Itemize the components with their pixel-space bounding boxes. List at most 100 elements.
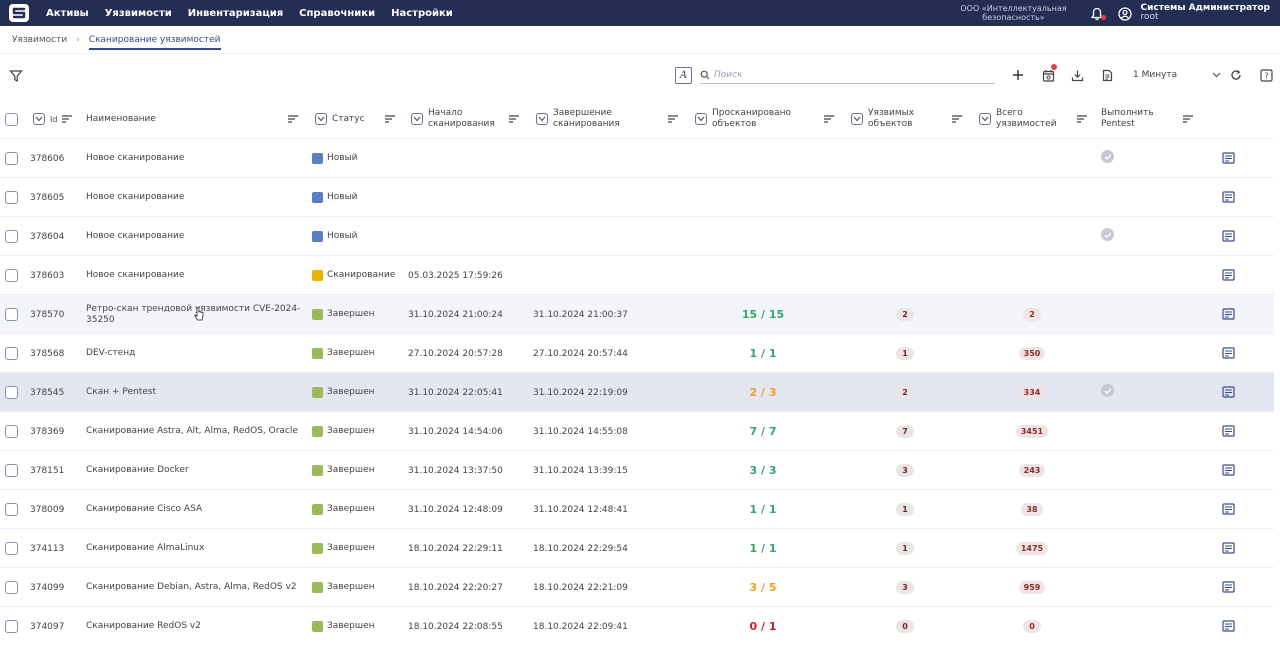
- status-color-square: [312, 621, 323, 632]
- search-input[interactable]: [714, 69, 984, 80]
- row-open-button[interactable]: [1222, 295, 1235, 334]
- table-row[interactable]: 374099 Сканирование Debian, Astra, Alma, …: [0, 567, 1274, 606]
- row-checkbox-cell: [5, 334, 18, 373]
- row-checkbox[interactable]: [5, 230, 18, 243]
- app-logo[interactable]: [6, 0, 32, 26]
- report-button[interactable]: [1099, 67, 1115, 83]
- header-scanned[interactable]: Просканировано объектов: [695, 100, 802, 138]
- download-button[interactable]: [1069, 67, 1085, 83]
- table-row[interactable]: 374097 Сканирование RedOS v2 Завершен 18.10…: [0, 606, 1274, 645]
- row-checkbox[interactable]: [5, 347, 18, 360]
- sort-icon[interactable]: [1077, 115, 1087, 123]
- row-checkbox[interactable]: [5, 503, 18, 516]
- row-open-button[interactable]: [1222, 568, 1235, 607]
- row-open-button[interactable]: [1222, 373, 1235, 412]
- add-button[interactable]: [1010, 67, 1026, 83]
- header-end[interactable]: Завершение сканирования: [536, 100, 633, 138]
- breadcrumb-vulnerabilities[interactable]: Уязвимости: [12, 35, 67, 45]
- nav-settings[interactable]: Настройки: [391, 8, 453, 19]
- table-row[interactable]: 378568 DEV-стенд Завершен 27.10.2024 20:57:…: [0, 333, 1274, 372]
- row-name[interactable]: Новое сканирование: [86, 217, 306, 256]
- sort-icon[interactable]: [385, 115, 395, 123]
- breadcrumb-current-scans[interactable]: Сканирование уязвимостей: [88, 35, 221, 50]
- row-name[interactable]: DEV-стенд: [86, 334, 306, 373]
- row-name[interactable]: Сканирование Docker: [86, 451, 306, 490]
- header-name[interactable]: Наименование: [86, 100, 156, 138]
- user-name: Системы Администратор: [1140, 3, 1270, 13]
- table-row[interactable]: 378009 Сканирование Cisco ASA Завершен 31.1…: [0, 489, 1274, 528]
- nav-references[interactable]: Справочники: [299, 8, 375, 19]
- row-pentest: [1100, 139, 1114, 178]
- table-row[interactable]: 374113 Сканирование AlmaLinux Завершен 18.1…: [0, 528, 1274, 567]
- row-name[interactable]: Сканирование Cisco ASA: [86, 490, 306, 529]
- row-name[interactable]: Сканирование AlmaLinux: [86, 529, 306, 568]
- sort-icon[interactable]: [668, 115, 678, 123]
- sort-icon[interactable]: [288, 115, 298, 123]
- table-row[interactable]: 378570 Ретро-скан трендовой уязвимости CV…: [0, 294, 1274, 333]
- row-checkbox[interactable]: [5, 464, 18, 477]
- form-icon: [1222, 190, 1235, 203]
- row-open-button[interactable]: [1222, 607, 1235, 646]
- row-name[interactable]: Новое сканирование: [86, 178, 306, 217]
- row-open-button[interactable]: [1222, 334, 1235, 373]
- row-name[interactable]: Сканирование RedOS v2: [86, 607, 306, 646]
- header-start[interactable]: Начало сканирования: [411, 100, 504, 138]
- table-row[interactable]: 378605 Новое сканирование Новый: [0, 177, 1274, 216]
- sort-icon[interactable]: [62, 115, 72, 123]
- table-row[interactable]: 378151 Сканирование Docker Завершен 31.10.2…: [0, 450, 1274, 489]
- row-checkbox[interactable]: [5, 308, 18, 321]
- row-name[interactable]: Сканирование Debian, Astra, Alma, RedOS …: [86, 568, 306, 607]
- row-name[interactable]: Скан + Pentest: [86, 373, 306, 412]
- row-end-time: 31.10.2024 14:55:08: [533, 426, 628, 437]
- row-name[interactable]: Новое сканирование: [86, 256, 306, 295]
- select-all-checkbox[interactable]: [5, 112, 18, 126]
- row-checkbox[interactable]: [5, 269, 18, 282]
- table-row[interactable]: 378606 Новое сканирование Новый: [0, 138, 1274, 177]
- sort-icon[interactable]: [509, 115, 519, 123]
- row-checkbox[interactable]: [5, 152, 18, 165]
- row-checkbox[interactable]: [5, 386, 18, 399]
- header-vuln-objects[interactable]: Уязвимых объектов: [851, 100, 928, 138]
- notifications-bell-icon[interactable]: [1090, 6, 1107, 21]
- status-label: Завершен: [327, 308, 375, 319]
- row-open-button[interactable]: [1222, 178, 1235, 217]
- table-row[interactable]: 378604 Новое сканирование Новый: [0, 216, 1274, 255]
- text-format-button[interactable]: A: [675, 66, 692, 84]
- row-checkbox[interactable]: [5, 581, 18, 594]
- table-row[interactable]: 378603 Новое сканирование Сканирование 05.0…: [0, 255, 1274, 294]
- header-id[interactable]: Id: [33, 100, 58, 138]
- user-avatar-icon[interactable]: [1118, 6, 1133, 21]
- row-checkbox[interactable]: [5, 191, 18, 204]
- header-vuln-total[interactable]: Всего уязвимостей: [979, 100, 1062, 138]
- nav-vulnerabilities[interactable]: Уязвимости: [105, 8, 172, 19]
- filter-icon[interactable]: [9, 68, 23, 83]
- sort-icon[interactable]: [824, 115, 834, 123]
- row-open-button[interactable]: [1222, 256, 1235, 295]
- row-checkbox[interactable]: [5, 425, 18, 438]
- organization-name[interactable]: ООО «Интеллектуальная безопасность»: [954, 4, 1072, 22]
- help-button[interactable]: ?: [1258, 67, 1274, 83]
- refresh-interval-select[interactable]: 1 Минута: [1129, 67, 1221, 83]
- sort-icon[interactable]: [1183, 115, 1193, 123]
- sort-icon[interactable]: [952, 115, 962, 123]
- row-name[interactable]: Новое сканирование: [86, 139, 306, 178]
- header-status[interactable]: Статус: [315, 100, 365, 138]
- row-open-button[interactable]: [1222, 490, 1235, 529]
- row-name[interactable]: Сканирование Astra, Alt, Alma, RedOS, Or…: [86, 412, 306, 451]
- user-info[interactable]: Системы Администратор root: [1140, 4, 1270, 22]
- nav-assets[interactable]: Активы: [46, 8, 89, 19]
- row-checkbox[interactable]: [5, 620, 18, 633]
- row-open-button[interactable]: [1222, 451, 1235, 490]
- refresh-button[interactable]: [1228, 67, 1244, 83]
- row-open-button[interactable]: [1222, 139, 1235, 178]
- search-field[interactable]: [700, 66, 995, 84]
- row-open-button[interactable]: [1222, 529, 1235, 568]
- header-pentest[interactable]: Выполнить Pentest: [1101, 100, 1159, 138]
- table-row[interactable]: 378545 Скан + Pentest Завершен 31.10.2024 2…: [0, 372, 1274, 411]
- row-open-button[interactable]: [1222, 412, 1235, 451]
- nav-inventory[interactable]: Инвентаризация: [188, 8, 283, 19]
- row-open-button[interactable]: [1222, 217, 1235, 256]
- row-checkbox[interactable]: [5, 542, 18, 555]
- scan-settings-button[interactable]: [1040, 64, 1057, 83]
- table-row[interactable]: 378369 Сканирование Astra, Alt, Alma, Red…: [0, 411, 1274, 450]
